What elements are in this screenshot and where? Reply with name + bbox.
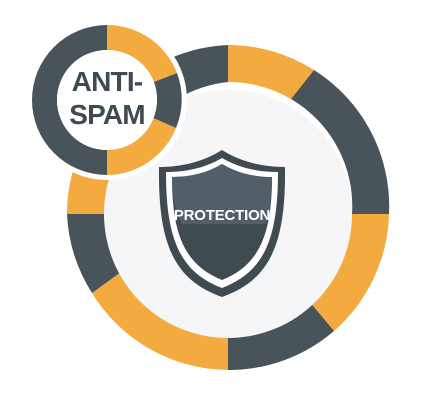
antispam-badge: ANTI- SPAM: [27, 20, 187, 180]
badge-ring-slate-right: [153, 73, 182, 128]
badge-text-line-1: ANTI-: [72, 66, 143, 97]
graphic-svg: PROTECTION ANTI- SPAM: [27, 20, 390, 371]
shield-label: PROTECTION: [174, 207, 270, 224]
badge-text-line-2: SPAM: [69, 99, 145, 130]
antispam-protection-graphic: PROTECTION ANTI- SPAM: [0, 0, 424, 400]
